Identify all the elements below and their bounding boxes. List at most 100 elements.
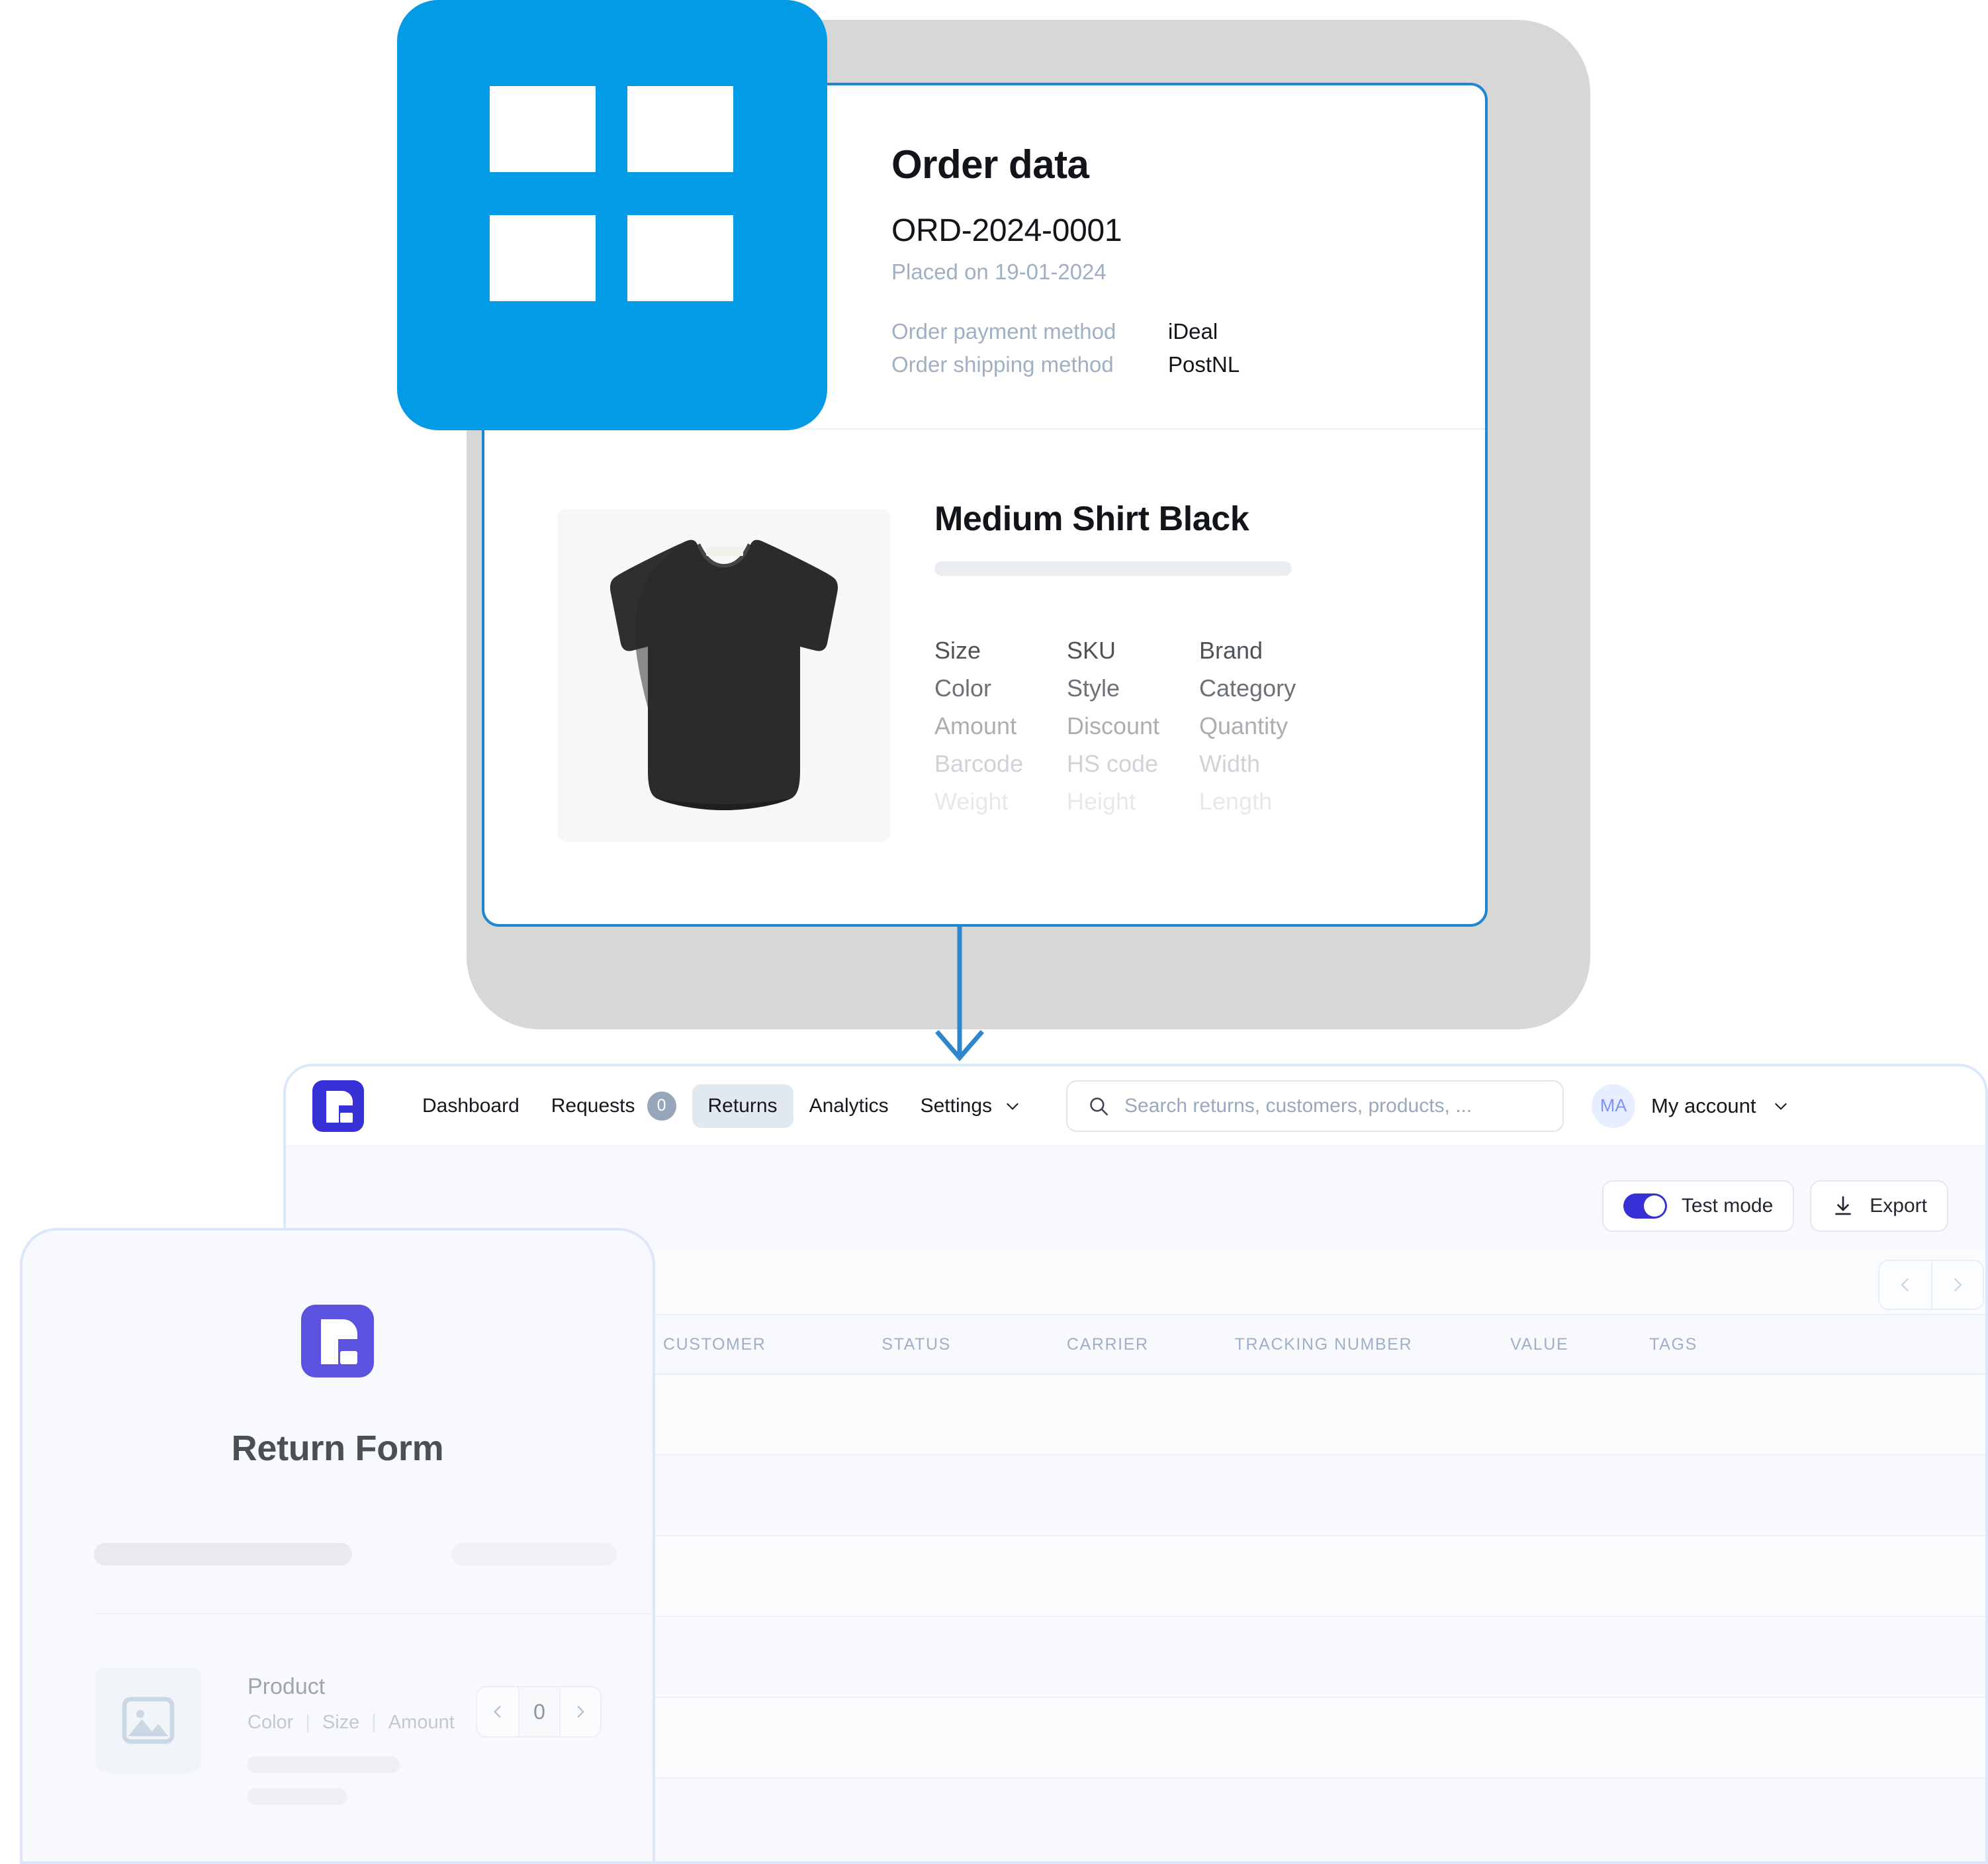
- product-attribute: Quantity: [1199, 712, 1288, 739]
- image-placeholder-icon: [122, 1697, 175, 1744]
- product-attribute: Size: [322, 1712, 360, 1733]
- logo-arc: [336, 1090, 353, 1105]
- product-attribute: Amount: [934, 712, 1017, 739]
- pagination-control: [1878, 1260, 1984, 1310]
- product-name: Product: [248, 1674, 326, 1699]
- logo-dot: [340, 1351, 357, 1364]
- nav-item-analytics[interactable]: Analytics: [793, 1084, 905, 1128]
- product-attribute: Size: [934, 637, 981, 664]
- order-payment-method-label: Order payment method: [891, 319, 1116, 344]
- nav-item-label: Settings: [920, 1094, 993, 1117]
- increment-button[interactable]: [559, 1687, 600, 1736]
- quantity-stepper: 0: [476, 1686, 602, 1738]
- table-column-header[interactable]: CUSTOMER: [663, 1335, 766, 1354]
- order-meta-row: Order payment method iDeal: [891, 319, 1240, 344]
- placeholder-bar: [248, 1788, 347, 1805]
- decrement-button[interactable]: [477, 1687, 518, 1736]
- chevron-right-icon: [1954, 1278, 1962, 1291]
- screenshot-root: Order data ORD-2024-0001 Placed on 19-01…: [0, 0, 1988, 1864]
- product-attribute: Barcode: [934, 750, 1024, 777]
- chevron-left-icon: [1901, 1278, 1909, 1291]
- product-attribute: Length: [1199, 788, 1273, 815]
- nav-item-returns[interactable]: Returns: [692, 1084, 793, 1128]
- order-payment-method-value: iDeal: [1168, 319, 1218, 344]
- placeholder-bar: [248, 1756, 400, 1773]
- nav-items: Dashboard Requests 0 Returns Analytics S…: [406, 1081, 1037, 1131]
- search-input[interactable]: Search returns, customers, products, ...: [1066, 1080, 1564, 1132]
- returnless-logo-icon: [301, 1305, 374, 1377]
- nav-item-dashboard[interactable]: Dashboard: [406, 1084, 535, 1128]
- chevron-left-icon: [494, 1706, 501, 1718]
- order-shipping-method-label: Order shipping method: [891, 352, 1114, 377]
- chevron-down-icon: [1774, 1103, 1787, 1110]
- product-attribute: SKU: [1067, 637, 1116, 664]
- export-button[interactable]: Export: [1810, 1180, 1948, 1232]
- product-image: [557, 509, 890, 842]
- order-meta-list: Order payment method iDeal Order shippin…: [891, 319, 1240, 377]
- table-column-header[interactable]: CARRIER: [1067, 1335, 1149, 1354]
- product-attribute: Style: [1067, 675, 1120, 702]
- dashboard-navbar: Dashboard Requests 0 Returns Analytics S…: [286, 1066, 1985, 1146]
- flow-arrow-icon: [935, 925, 984, 1062]
- chevron-right-icon: [577, 1706, 584, 1718]
- table-column-header[interactable]: TAGS: [1649, 1335, 1697, 1354]
- previous-page-button[interactable]: [1879, 1261, 1931, 1309]
- product-name: Medium Shirt Black: [934, 500, 1249, 538]
- order-placed-date: Placed on 19-01-2024: [891, 259, 1107, 284]
- product-attribute: Width: [1199, 750, 1261, 777]
- table-column-header[interactable]: STATUS: [881, 1335, 951, 1354]
- quantity-value[interactable]: 0: [518, 1687, 559, 1736]
- page-title: Order data: [891, 142, 1089, 187]
- product-attribute: Brand: [1199, 637, 1263, 664]
- table-column-header[interactable]: TRACKING NUMBER: [1235, 1335, 1412, 1354]
- nav-item-label: Analytics: [809, 1094, 889, 1117]
- export-label: Export: [1870, 1195, 1927, 1217]
- nav-item-label: Requests: [551, 1094, 635, 1117]
- return-form-title: Return Form: [231, 1428, 444, 1468]
- account-label: My account: [1651, 1094, 1756, 1117]
- product-attribute: Amount: [388, 1712, 455, 1733]
- returns-toolbar: Test mode Export: [1602, 1180, 1948, 1232]
- returnless-logo-icon[interactable]: [312, 1080, 364, 1132]
- order-summary: Order data ORD-2024-0001 Placed on 19-01…: [891, 142, 1240, 385]
- nav-item-requests[interactable]: Requests 0: [535, 1081, 692, 1131]
- grid-square-icon: [490, 215, 596, 301]
- toggle-knob: [1643, 1195, 1665, 1217]
- separator: |: [305, 1712, 310, 1733]
- divider: [94, 1613, 650, 1614]
- account-menu[interactable]: MA My account: [1592, 1084, 1789, 1128]
- product-attribute: Color: [248, 1712, 294, 1733]
- next-page-button[interactable]: [1931, 1261, 1983, 1309]
- test-mode-label: Test mode: [1681, 1195, 1774, 1217]
- nav-item-label: Dashboard: [422, 1094, 520, 1117]
- product-name-placeholder-bar: [934, 561, 1292, 576]
- logo-arc: [335, 1319, 357, 1339]
- tshirt-photo: [557, 509, 890, 842]
- return-form-card: Return Form Product Color | Size | Amoun…: [20, 1228, 655, 1864]
- app-grid-icon: [397, 0, 827, 430]
- requests-count-badge: 0: [647, 1091, 676, 1121]
- product-attribute: HS code: [1067, 750, 1159, 777]
- table-column-header[interactable]: VALUE: [1510, 1335, 1568, 1354]
- avatar: MA: [1592, 1084, 1636, 1128]
- toggle-switch[interactable]: [1623, 1193, 1667, 1219]
- order-shipping-method-value: PostNL: [1168, 352, 1240, 377]
- placeholder-bar: [94, 1543, 352, 1565]
- order-number: ORD-2024-0001: [891, 213, 1122, 248]
- nav-item-settings[interactable]: Settings: [905, 1084, 1037, 1128]
- product-attribute: Color: [934, 675, 992, 702]
- nav-item-label: Returns: [707, 1094, 778, 1117]
- grid-square-icon: [627, 86, 733, 172]
- product-attributes: Color | Size | Amount: [248, 1712, 455, 1734]
- product-info: Product Color | Size | Amount: [248, 1674, 455, 1805]
- grid-square-icon: [627, 215, 733, 301]
- product-attribute: Category: [1199, 675, 1296, 702]
- product-attribute-grid: Size SKU Brand Color Style Category Amou…: [934, 631, 1332, 820]
- test-mode-toggle[interactable]: Test mode: [1602, 1180, 1795, 1232]
- chevron-down-icon: [1007, 1103, 1018, 1110]
- order-product-section: Medium Shirt Black Size SKU Brand Color …: [484, 430, 1485, 924]
- product-details: Medium Shirt Black Size SKU Brand Color …: [934, 499, 1332, 820]
- order-meta-row: Order shipping method PostNL: [891, 352, 1240, 377]
- placeholder-bar: [451, 1543, 617, 1565]
- download-icon: [1835, 1196, 1852, 1215]
